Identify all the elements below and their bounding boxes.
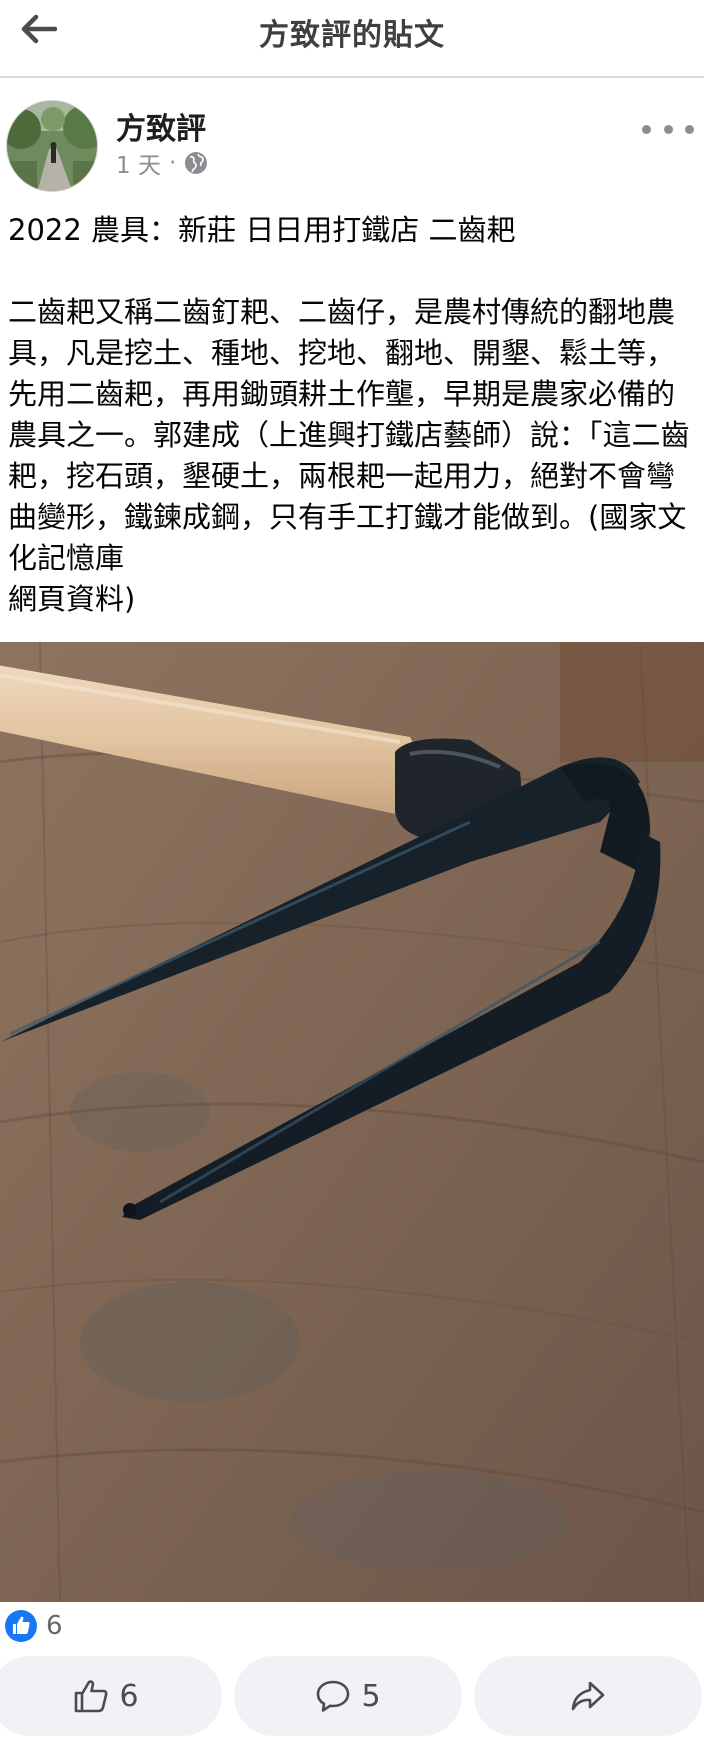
hoe-photo: [0, 642, 704, 1602]
comment-icon: [317, 1680, 350, 1712]
page-title: 方致評的貼文: [259, 18, 445, 53]
like-button[interactable]: 6: [0, 1656, 222, 1736]
post-text: 2022 農具：新莊 日日用打鐵店 二齒耙 二齒耙又稱二齒釘耙、二齒仔，是農村傳…: [8, 210, 698, 620]
comment-button[interactable]: 5: [234, 1656, 462, 1736]
top-bar: 方致評的貼文: [0, 0, 704, 78]
share-arrow-icon: [571, 1681, 605, 1711]
post-title-line: 2022 農具：新莊 日日用打鐵店 二齒耙: [8, 213, 516, 247]
share-button[interactable]: [474, 1656, 702, 1736]
thumbs-up-icon: [75, 1680, 108, 1713]
avatar-image: [7, 101, 97, 191]
more-options-button[interactable]: [642, 114, 694, 144]
post-photo[interactable]: [0, 642, 704, 1602]
reactions-count: 6: [46, 1611, 63, 1641]
meta-separator: ·: [168, 150, 177, 176]
like-reaction-icon: [5, 1610, 37, 1642]
avatar[interactable]: [6, 100, 98, 192]
more-dot-icon: [685, 124, 694, 134]
author-name[interactable]: 方致評: [116, 104, 206, 148]
post-body: 二齒耙又稱二齒釘耙、二齒仔，是農村傳統的翻地農具，凡是挖土、種地、挖地、翻地、開…: [8, 295, 690, 616]
reactions-summary[interactable]: 6: [4, 1606, 63, 1646]
more-dot-icon: [642, 124, 651, 134]
post-actions: 6 5: [0, 1656, 704, 1736]
post-meta: 1 天 ·: [116, 146, 208, 180]
post-header: 方致評 1 天 ·: [0, 100, 704, 196]
more-dot-icon: [663, 124, 673, 134]
post-time[interactable]: 1 天: [116, 146, 161, 180]
comment-count: 5: [361, 1678, 381, 1714]
globe-icon: [185, 152, 208, 174]
like-count: 6: [119, 1678, 139, 1714]
